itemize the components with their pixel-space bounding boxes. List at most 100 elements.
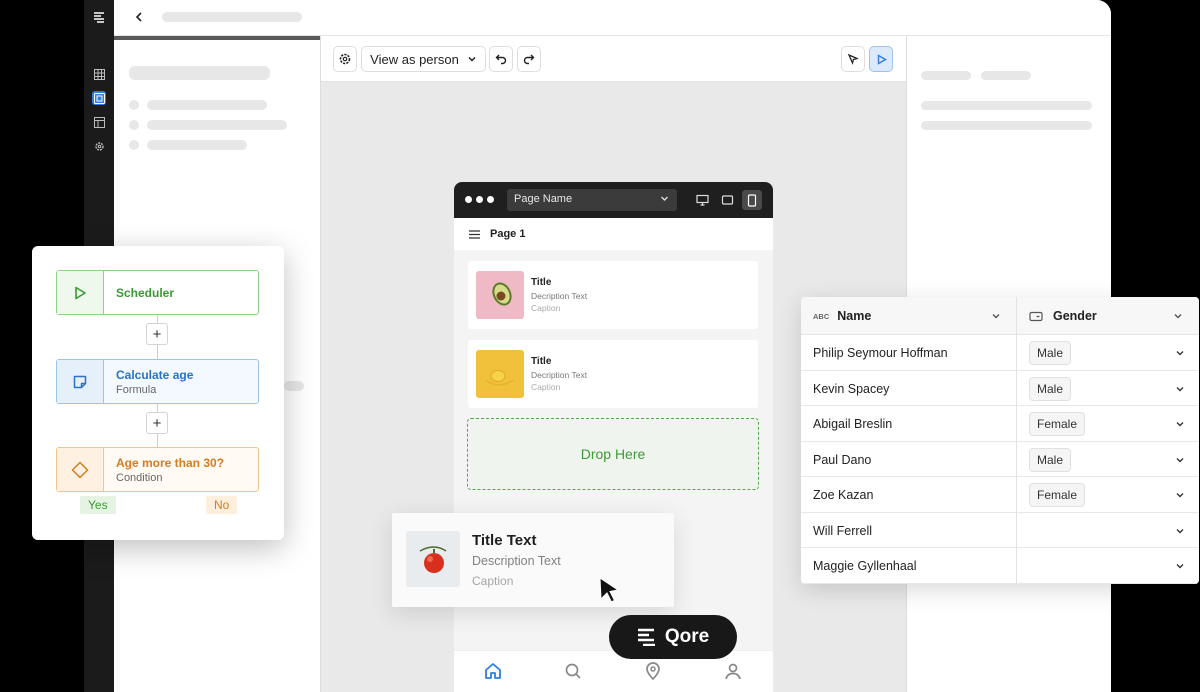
chevron-down-icon[interactable] (1175, 384, 1185, 394)
card-description: Decription Text (531, 291, 588, 301)
workflow-node-scheduler[interactable]: Scheduler (56, 270, 259, 315)
table-row[interactable]: Maggie Gyllenhaal (801, 548, 1199, 584)
hamburger-menu-icon[interactable] (469, 229, 480, 239)
table-row[interactable]: Zoe Kazan Female (801, 477, 1199, 513)
qore-brand-badge: Qore (609, 615, 737, 659)
chevron-down-icon[interactable] (1175, 455, 1185, 465)
node-label: Age more than 30? (116, 455, 225, 470)
list-card[interactable]: Title Decription Text Caption (468, 261, 758, 329)
layout-icon[interactable] (92, 115, 106, 129)
search-icon[interactable] (563, 661, 583, 681)
chevron-down-icon[interactable] (991, 311, 1001, 321)
phone-preview: Page Name Page 1 Title Decription Text C… (454, 182, 773, 692)
node-label: Calculate age (116, 367, 194, 382)
workflow-node-condition[interactable]: Age more than 30? Condition (56, 447, 259, 492)
cell-name: Maggie Gyllenhaal (813, 559, 917, 573)
chevron-down-icon[interactable] (1175, 419, 1185, 429)
placeholder-bar (981, 71, 1031, 80)
data-table: ABC Name Gender Philip Seymour Hoffman Ma… (801, 297, 1199, 584)
yes-branch-badge[interactable]: Yes (80, 496, 116, 514)
view-as-label: View as person (370, 51, 459, 67)
gender-tag: Female (1029, 483, 1086, 507)
play-icon (877, 53, 887, 65)
no-branch-badge[interactable]: No (206, 496, 238, 514)
view-as-dropdown[interactable]: View as person (361, 46, 486, 72)
condition-icon-box (57, 448, 104, 491)
workflow-node-calculate-age[interactable]: Calculate age Formula (56, 359, 259, 404)
dragged-card[interactable]: Title Text Description Text Caption (392, 513, 674, 607)
select-type-icon (1029, 311, 1043, 321)
cell-name: Will Ferrell (813, 523, 873, 538)
preview-button[interactable] (869, 46, 893, 72)
undo-button[interactable] (489, 46, 513, 72)
page-title: Page 1 (490, 228, 526, 240)
add-step-button[interactable]: + (146, 323, 168, 345)
gear-icon (339, 53, 351, 65)
column-header-gender[interactable]: Gender (1029, 297, 1097, 335)
table-row[interactable]: Kevin Spacey Male (801, 371, 1199, 406)
add-step-button[interactable]: + (146, 412, 168, 434)
qore-logo-icon (94, 12, 104, 23)
pages-icon[interactable] (92, 91, 106, 105)
tablet-view-icon[interactable] (717, 190, 737, 210)
cell-name: Paul Dano (813, 452, 872, 467)
column-label: Gender (1053, 309, 1097, 323)
placeholder-dot (129, 100, 139, 110)
redo-button[interactable] (517, 46, 541, 72)
placeholder-bar (147, 120, 287, 130)
chevron-down-icon (661, 196, 668, 201)
card-caption: Caption (531, 382, 561, 392)
mobile-view-icon[interactable] (742, 190, 762, 210)
diamond-icon (71, 461, 89, 478)
chevron-down-icon[interactable] (1175, 526, 1185, 536)
placeholder-bar (147, 140, 247, 150)
gender-tag: Male (1029, 341, 1072, 365)
placeholder-bar (147, 100, 267, 110)
table-icon[interactable] (92, 67, 106, 81)
mouse-cursor-icon (599, 577, 620, 603)
list-card[interactable]: Title Decription Text Caption (468, 340, 758, 408)
table-row[interactable]: Will Ferrell (801, 513, 1199, 548)
placeholder-bar (921, 121, 1092, 130)
settings-gear-icon[interactable] (92, 139, 106, 153)
table-row[interactable]: Paul Dano Male (801, 442, 1199, 477)
table-row[interactable]: Philip Seymour Hoffman Male (801, 335, 1199, 371)
column-header-name[interactable]: ABC Name (813, 297, 871, 335)
drag-card-description: Description Text (472, 554, 561, 568)
cell-name: Philip Seymour Hoffman (813, 346, 948, 360)
select-tool-button[interactable] (841, 46, 865, 72)
back-chevron-icon[interactable] (132, 10, 146, 24)
cell-name: Abigail Breslin (813, 417, 893, 431)
chevron-down-icon[interactable] (1173, 311, 1183, 321)
pointer-icon (847, 53, 859, 65)
location-pin-icon[interactable] (643, 661, 663, 681)
table-row[interactable]: Abigail Breslin Female (801, 406, 1199, 442)
placeholder-dot (129, 140, 139, 150)
play-icon (75, 286, 86, 299)
chevron-down-icon[interactable] (1175, 561, 1185, 571)
page-select[interactable]: Page Name (507, 189, 677, 211)
chevron-down-icon[interactable] (1175, 490, 1185, 500)
gender-tag: Male (1029, 376, 1072, 401)
user-icon[interactable] (723, 661, 743, 681)
gender-tag: Male (1029, 447, 1072, 472)
card-caption: Caption (531, 303, 561, 313)
placeholder-bar (129, 66, 270, 80)
desktop-view-icon[interactable] (692, 190, 712, 210)
note-icon (73, 375, 87, 388)
table-header: ABC Name Gender (801, 297, 1199, 335)
brand-name: Qore (664, 626, 710, 647)
chevron-down-icon[interactable] (1175, 348, 1185, 358)
placeholder-bar (921, 71, 971, 80)
drag-card-title: Title Text (472, 532, 537, 549)
phone-header-bar: Page Name (454, 182, 773, 218)
node-label: Scheduler (116, 285, 175, 300)
drag-card-caption: Caption (472, 574, 514, 588)
canvas-settings-button[interactable] (333, 46, 357, 72)
cell-name: Kevin Spacey (813, 381, 890, 396)
qore-logo-icon (637, 628, 655, 646)
play-icon-box (57, 271, 104, 314)
drop-zone[interactable]: Drop Here (467, 418, 759, 490)
home-icon[interactable] (483, 661, 503, 681)
placeholder-dot (129, 120, 139, 130)
